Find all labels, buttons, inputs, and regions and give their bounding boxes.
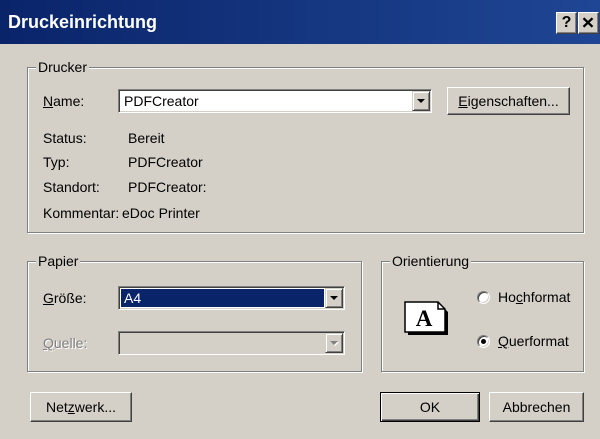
paper-source-label-rest: uelle: <box>53 335 88 351</box>
printer-group: Drucker Name: PDFCreator Eigenschaften..… <box>27 59 584 233</box>
chevron-down-icon <box>330 341 338 345</box>
paper-source-label: Quelle: <box>43 335 87 351</box>
print-setup-dialog: Druckeinrichtung ? Drucker Name: PDFCrea… <box>0 0 600 439</box>
landscape-radio-circle[interactable] <box>477 334 490 348</box>
paper-source-combo[interactable] <box>118 331 345 355</box>
portrait-label-start: Ho <box>498 289 516 305</box>
portrait-label-rest: hformat <box>522 289 571 305</box>
portrait-label: Hochformat <box>498 289 570 305</box>
portrait-radio-circle[interactable] <box>477 290 490 304</box>
printer-name-label-accel: N <box>43 93 54 109</box>
printer-name-label-rest: ame: <box>53 93 85 109</box>
ok-button[interactable]: OK <box>380 392 480 422</box>
paper-source-label-accel: Q <box>43 335 54 351</box>
paper-size-dropdown-button[interactable] <box>325 288 343 308</box>
comment-label: Kommentar: <box>43 205 120 221</box>
paper-size-label-accel: G <box>43 290 54 306</box>
network-button-accel: z <box>67 399 75 415</box>
help-button[interactable]: ? <box>556 12 577 34</box>
orientation-group-label: Orientierung <box>390 253 472 269</box>
chevron-down-icon <box>417 99 425 103</box>
chevron-down-icon <box>330 296 338 300</box>
orientation-group: Orientierung A Hochformat Querformat <box>381 253 584 372</box>
properties-button-rest: igenschaften... <box>467 93 559 109</box>
title-bar[interactable]: Druckeinrichtung ? <box>0 0 600 44</box>
paper-size-label: Größe: <box>43 290 87 306</box>
paper-source-value <box>121 334 324 352</box>
landscape-label-rest: uerformat <box>508 333 569 349</box>
cancel-button-label: Abbrechen <box>502 399 571 415</box>
location-label: Standort: <box>43 179 100 195</box>
close-button[interactable] <box>578 12 599 34</box>
portrait-label-accel: c <box>515 289 523 305</box>
paper-size-value: A4 <box>121 289 324 307</box>
close-icon <box>582 17 594 28</box>
paper-size-combo[interactable]: A4 <box>118 286 345 310</box>
portrait-radio[interactable]: Hochformat <box>477 289 570 305</box>
printer-name-value: PDFCreator <box>124 93 199 109</box>
printer-name-dropdown-button[interactable] <box>412 91 430 111</box>
window-title: Druckeinrichtung <box>8 12 158 32</box>
printer-name-label: Name: <box>43 93 84 109</box>
comment-value: eDoc Printer <box>122 205 200 221</box>
paper-group: Papier Größe: A4 Quelle: <box>27 253 362 372</box>
paper-group-label: Papier <box>36 253 81 269</box>
printer-group-label: Drucker <box>36 59 90 75</box>
network-button[interactable]: Netzwerk... <box>30 392 132 422</box>
network-button-start: Net <box>45 399 68 415</box>
properties-button[interactable]: Eigenschaften... <box>447 87 570 115</box>
paper-size-label-rest: röße: <box>53 290 87 306</box>
landscape-label-accel: Q <box>498 333 509 349</box>
cancel-button[interactable]: Abbrechen <box>489 392 584 422</box>
printer-name-combo[interactable]: PDFCreator <box>118 89 432 113</box>
type-value: PDFCreator <box>128 154 203 170</box>
properties-button-accel: E <box>458 93 468 109</box>
status-label: Status: <box>43 130 87 146</box>
preview-letter: A <box>416 306 433 331</box>
status-value: Bereit <box>128 130 165 146</box>
type-label: Typ: <box>43 154 70 170</box>
paper-source-dropdown-button[interactable] <box>325 333 343 353</box>
ok-button-label: OK <box>419 399 441 415</box>
landscape-page-icon: A <box>404 301 448 335</box>
landscape-radio[interactable]: Querformat <box>477 333 569 349</box>
help-icon: ? <box>561 14 572 31</box>
landscape-label: Querformat <box>498 333 569 349</box>
network-button-rest: werk... <box>74 399 117 415</box>
location-value: PDFCreator: <box>128 179 207 195</box>
